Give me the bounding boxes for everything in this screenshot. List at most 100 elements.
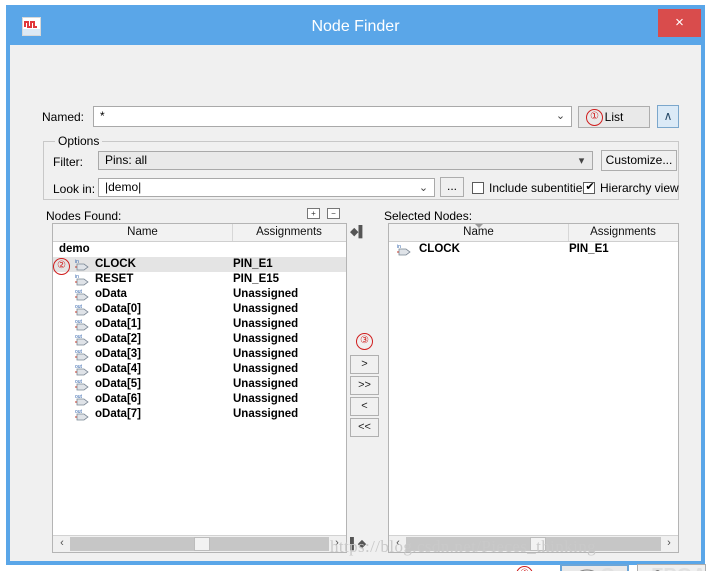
node-assignment: Unassigned (233, 317, 298, 332)
node-name: oData[0] (95, 302, 141, 317)
table-row[interactable]: out oData[5] Unassigned (53, 377, 346, 392)
table-row[interactable]: outoData[0]Unassigned (53, 302, 346, 317)
in-port-icon: in (75, 273, 91, 286)
node-assignment: PIN_E1 (233, 257, 273, 272)
node-finder-dialog: Node Finder × Named: * ⌄ List ∧ Options … (6, 5, 705, 565)
collapse-all-icon[interactable]: − (327, 208, 340, 219)
node-name: oData[3] (95, 347, 141, 362)
scroll-left-icon[interactable]: ‹ (54, 536, 70, 552)
look-in-value: |demo| (105, 180, 141, 194)
node-name: oData[5] (95, 377, 141, 392)
title-bar: Node Finder × (10, 9, 701, 45)
node-name: demo (59, 242, 90, 257)
table-row[interactable]: outoData[7]Unassigned (53, 407, 346, 422)
node-name: oData[4] (95, 362, 141, 377)
hierarchy-view-label: Hierarchy view (600, 181, 679, 195)
table-row[interactable]: out oData[2] Unassigned (53, 332, 346, 347)
tree-toolbar: + − (307, 208, 347, 222)
table-row[interactable]: out oData[6] Unassigned (53, 392, 346, 407)
column-header-assignments[interactable]: Assignments (569, 224, 677, 241)
out-port-icon: out (75, 393, 91, 406)
annotation-marker-3: ③ (356, 333, 373, 350)
node-assignment: Unassigned (233, 392, 298, 407)
list-button-label: List (605, 110, 624, 124)
add-all-button[interactable]: >> (350, 376, 379, 395)
screenshot-root: Node Finder × Named: * ⌄ List ∧ Options … (0, 0, 711, 571)
nodes-found-header: Name Assignments (53, 224, 346, 242)
collapse-panel-button[interactable]: ∧ (657, 105, 679, 128)
in-port-icon: in (397, 243, 413, 256)
table-row[interactable]: outoDataUnassigned (53, 287, 346, 302)
out-port-icon: out (75, 378, 91, 391)
cursor-overlay-icon (570, 567, 614, 571)
tree-group-row[interactable]: demo (53, 242, 346, 257)
node-assignment: PIN_E1 (569, 242, 609, 257)
table-row[interactable]: in CLOCK PIN_E1 (53, 257, 346, 272)
table-row[interactable]: in CLOCK PIN_E1 (389, 242, 678, 257)
column-header-assignments[interactable]: Assignments (233, 224, 345, 241)
named-label: Named: (42, 110, 84, 124)
browse-button[interactable]: ... (440, 177, 464, 197)
filter-value: Pins: all (105, 153, 147, 167)
node-name: oData[6] (95, 392, 141, 407)
node-name: CLOCK (95, 257, 136, 272)
node-assignment: Unassigned (233, 362, 298, 377)
out-port-icon: out (75, 288, 91, 301)
node-name: CLOCK (419, 242, 460, 257)
look-in-input[interactable]: |demo| ⌄ (98, 178, 435, 197)
column-header-name[interactable]: Name (389, 224, 569, 241)
node-name: oData[1] (95, 317, 141, 332)
filter-label: Filter: (53, 155, 83, 169)
chevron-down-icon[interactable]: ⌄ (415, 179, 432, 198)
nodes-found-list[interactable]: Name Assignments demoinCLOCKPIN_E1inRESE… (52, 223, 347, 553)
look-in-label: Look in: (53, 182, 95, 196)
scroll-right-icon[interactable]: › (661, 536, 677, 552)
out-port-icon: out (75, 318, 91, 331)
node-name: oData (95, 287, 127, 302)
remove-all-button[interactable]: << (350, 418, 379, 437)
nodes-found-hscrollbar[interactable]: ‹ › (53, 535, 346, 552)
customize-button[interactable]: Customize... (601, 150, 677, 171)
hierarchy-view-checkbox[interactable] (583, 182, 595, 194)
hscroll-thumb[interactable] (194, 537, 210, 551)
out-port-icon: out (75, 333, 91, 346)
remove-selected-button[interactable]: < (350, 397, 379, 416)
selected-nodes-rows: in CLOCK PIN_E1 (389, 242, 678, 257)
nodes-found-label: Nodes Found: (46, 209, 121, 223)
close-icon[interactable]: × (658, 9, 701, 37)
node-name: RESET (95, 272, 133, 287)
node-name: oData[7] (95, 407, 141, 422)
out-port-icon: out (75, 408, 91, 421)
splitter-handle-top-icon[interactable]: ◆▌ (350, 225, 366, 238)
node-assignment: Unassigned (233, 377, 298, 392)
selected-nodes-label: Selected Nodes: (384, 209, 472, 223)
annotation-marker-1: ① (586, 109, 603, 126)
in-port-icon: in (75, 258, 91, 271)
include-subentities-label: Include subentities (489, 181, 588, 195)
named-value: * (100, 109, 105, 123)
chevron-down-icon[interactable]: ⌄ (552, 107, 569, 126)
add-selected-button[interactable]: > (350, 355, 379, 374)
column-header-name[interactable]: Name (53, 224, 233, 241)
chevron-down-icon[interactable]: ▾ (573, 152, 590, 171)
out-port-icon: out (75, 363, 91, 376)
out-port-icon: out (75, 348, 91, 361)
node-assignment: Unassigned (233, 332, 298, 347)
selected-nodes-list[interactable]: Name Assignments inCLOCKPIN_E1 ‹ › (388, 223, 679, 553)
brand-watermark: OpenFPGA (600, 565, 707, 571)
annotation-marker-4: ④ (516, 566, 533, 571)
node-name: oData[2] (95, 332, 141, 347)
dialog-body: Named: * ⌄ List ∧ Options Filter: Pins: … (10, 45, 701, 561)
table-row[interactable]: out oData[3] Unassigned (53, 347, 346, 362)
named-input[interactable]: * ⌄ (93, 106, 572, 127)
table-row[interactable]: inRESETPIN_E15 (53, 272, 346, 287)
filter-select[interactable]: Pins: all ▾ (98, 151, 593, 170)
include-subentities-checkbox[interactable] (472, 182, 484, 194)
table-row[interactable]: out oData[4] Unassigned (53, 362, 346, 377)
expand-all-icon[interactable]: + (307, 208, 320, 219)
out-port-icon: out (75, 303, 91, 316)
node-assignment: Unassigned (233, 347, 298, 362)
table-row[interactable]: out oData[1] Unassigned (53, 317, 346, 332)
annotation-marker-2: ② (53, 258, 70, 275)
hscroll-track[interactable] (70, 537, 329, 551)
